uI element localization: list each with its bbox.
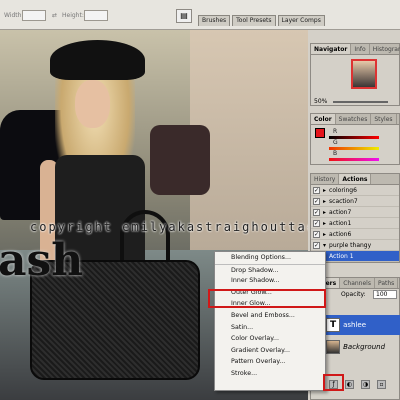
expand-icon[interactable]: ▾ (323, 242, 326, 249)
menu-item-color-overlay[interactable]: Color Overlay... (215, 333, 325, 345)
action-item[interactable]: ✓ ▸ action6 (311, 229, 399, 240)
tab-info[interactable]: Info (351, 44, 370, 54)
opacity-label: Opacity: (341, 291, 366, 298)
tab-color[interactable]: Color (311, 114, 336, 124)
tab-navigator[interactable]: Navigator (311, 44, 352, 54)
channel-b-slider[interactable] (329, 158, 379, 161)
menu-item-bevel-emboss[interactable]: Bevel and Emboss... (215, 310, 325, 322)
action-label: scaction7 (329, 197, 358, 205)
check-icon[interactable]: ✓ (313, 241, 320, 249)
check-icon[interactable]: ✓ (313, 186, 320, 194)
well-layer-comps[interactable]: Layer Comps (277, 15, 325, 26)
actions-panel: History Actions ✓ ▸ coloring6 ✓ ▸ scaction7 … (310, 173, 400, 263)
layer-style-menu: Blending Options... Drop Shadow... Inner… (214, 251, 326, 391)
options-bar: Width: ⇄ Height: ▤ Brushes Tool Presets … (0, 0, 400, 30)
overlay-script-text: ash (0, 235, 84, 286)
watermark-text: copyright emilyakastraighouttacompton (30, 220, 308, 234)
tab-history[interactable]: History (311, 174, 340, 184)
zoom-level[interactable]: 50% (314, 98, 327, 105)
menu-item-inner-shadow[interactable]: Inner Shadow... (215, 275, 325, 287)
menu-item-stroke[interactable]: Stroke... (215, 368, 325, 380)
palette-well: Brushes Tool Presets Layer Comps (198, 15, 325, 26)
red-car (150, 125, 210, 195)
woman-hat (50, 40, 145, 80)
action-label: purple thangy (329, 241, 372, 249)
channel-b-label: B (333, 150, 338, 157)
channel-r-label: R (333, 128, 338, 135)
zoom-slider[interactable] (333, 101, 388, 103)
height-label: Height: (62, 12, 84, 19)
menu-item-blending-options[interactable]: Blending Options... (215, 252, 325, 264)
well-tool-presets[interactable]: Tool Presets (232, 15, 276, 26)
opacity-field[interactable]: 100 (373, 290, 397, 299)
tab-paths[interactable]: Paths (375, 278, 399, 288)
expand-icon[interactable]: ▸ (323, 220, 326, 227)
highlight-box-fx-button (323, 374, 344, 391)
navigator-panel: Navigator Info Histogram 50% (310, 43, 400, 106)
action-label: action6 (329, 230, 352, 238)
swap-icon[interactable]: ⇄ (52, 12, 57, 19)
check-icon[interactable]: ✓ (313, 230, 320, 238)
action-item[interactable]: ✓ ▸ action7 (311, 207, 399, 218)
menu-item-drop-shadow[interactable]: Drop Shadow... (215, 263, 325, 276)
expand-icon[interactable]: ▸ (323, 198, 326, 205)
text-layer-thumbnail: T (326, 318, 341, 332)
adjustment-icon[interactable]: ◑ (361, 379, 370, 389)
navigator-thumbnail[interactable] (351, 59, 377, 89)
expand-icon[interactable]: ▸ (323, 231, 326, 238)
menu-item-pattern-overlay[interactable]: Pattern Overlay... (215, 356, 325, 368)
action-label: Action 1 (329, 252, 354, 260)
well-brushes[interactable]: Brushes (198, 15, 231, 26)
expand-icon[interactable]: ▸ (323, 187, 326, 194)
foreground-color-swatch[interactable] (315, 128, 325, 138)
palette-well-icon[interactable]: ▤ (176, 9, 192, 23)
width-field[interactable] (22, 10, 46, 21)
tab-channels[interactable]: Channels (340, 278, 375, 288)
new-layer-icon[interactable]: ▫ (377, 379, 386, 389)
action-item[interactable]: ✓ ▾ purple thangy (311, 240, 399, 251)
action-label: coloring6 (329, 186, 357, 194)
woman-face (75, 80, 110, 128)
width-label: Width: (4, 12, 24, 19)
mask-icon[interactable]: ◐ (345, 379, 354, 389)
color-panel: Color Swatches Styles R G B (310, 113, 400, 165)
action-item[interactable]: ✓ ▸ scaction7 (311, 196, 399, 207)
tab-styles[interactable]: Styles (371, 114, 397, 124)
action-item[interactable]: ✓ ▸ action1 (311, 218, 399, 229)
expand-icon[interactable]: ▸ (323, 209, 326, 216)
layer-name: ashlee (343, 321, 367, 329)
check-icon[interactable]: ✓ (313, 219, 320, 227)
action-label: action7 (329, 208, 352, 216)
height-field[interactable] (84, 10, 108, 21)
menu-item-satin[interactable]: Satin... (215, 322, 325, 334)
tab-actions[interactable]: Actions (339, 174, 372, 184)
action-item[interactable]: ✓ ▸ coloring6 (311, 185, 399, 196)
check-icon[interactable]: ✓ (313, 197, 320, 205)
action-label: action1 (329, 219, 352, 227)
layer-name: Background (343, 343, 386, 351)
tab-swatches[interactable]: Swatches (336, 114, 372, 124)
menu-item-gradient-overlay[interactable]: Gradient Overlay... (215, 345, 325, 357)
tab-histogram[interactable]: Histogram (370, 44, 400, 54)
highlight-box-outer-glow (208, 289, 326, 308)
channel-g-label: G (333, 139, 338, 146)
image-layer-thumbnail (326, 340, 341, 354)
check-icon[interactable]: ✓ (313, 208, 320, 216)
